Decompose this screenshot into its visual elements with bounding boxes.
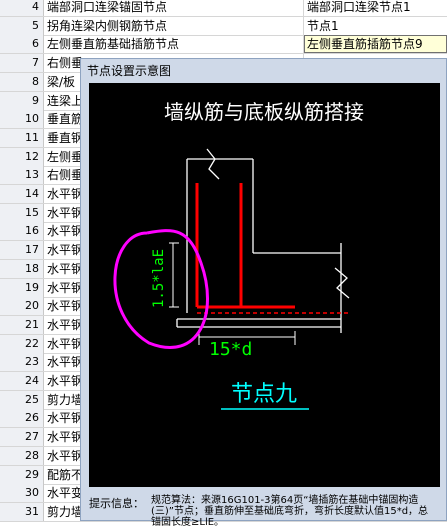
hint-label: 提示信息： [89,497,144,510]
row-number: 11 [0,128,44,147]
row-number: 14 [0,185,44,203]
rebar-lines [195,183,295,309]
wall-outline [176,148,350,333]
row-number: 12 [0,147,44,166]
row-number: 19 [0,278,44,297]
row-number: 10 [0,110,44,129]
table-row[interactable]: 6 左侧垂直筋基础插筋节点 左侧垂直筋插筋节点9 [0,35,447,55]
row-number: 30 [0,484,44,503]
row-number: 16 [0,222,44,241]
dimension-lines [169,242,296,345]
row-number: 23 [0,353,44,372]
horizontal-dimension-label: 15*d [209,339,252,360]
row-number: 21 [0,315,44,334]
row-number: 25 [0,390,44,409]
row-number: 17 [0,241,44,260]
row-number: 15 [0,203,44,222]
row-number: 8 [0,72,44,91]
row-number: 6 [0,35,44,54]
row-number: 22 [0,334,44,353]
row-name: 左侧垂直筋基础插筋节点 [44,35,304,54]
row-number: 29 [0,465,44,484]
row-number: 20 [0,297,44,316]
row-value[interactable]: 端部洞口连梁节点1 [304,0,447,16]
row-number: 5 [0,16,44,35]
row-value[interactable]: 左侧垂直筋插筋节点9 [304,35,447,54]
row-value[interactable]: 节点1 [304,17,447,35]
hint-text: 规范算法：来源16G101-3第64页“墙插筋在基础中锚固构造(三)”节点；垂直… [151,495,429,528]
rebar-diagram: 墙纵筋与底板纵筋搭接 1.5*laE 15*d 节点九 [113,100,364,410]
hint-panel: 提示信息： 规范算法：来源16G101-3第64页“墙插筋在基础中锚固构造(三)… [89,491,440,528]
row-number: 24 [0,372,44,390]
row-number: 28 [0,446,44,465]
node-diagram-dialog: 节点设置示意图 墙纵筋与底板纵筋搭接 1.5*laE 15*d 节点九 提示信息… [80,58,447,528]
row-number: 7 [0,54,44,73]
row-number: 31 [0,502,44,521]
table-row[interactable]: 5 拐角连梁内侧钢筋节点 节点1 [0,16,447,36]
row-number: 9 [0,91,44,110]
row-name: 端部洞口连梁锚固节点 [44,0,304,16]
node-label: 节点九 [231,382,297,407]
table-row[interactable]: 4 端部洞口连梁锚固节点 端部洞口连梁节点1 [0,0,447,17]
diagram-title: 墙纵筋与底板纵筋搭接 [164,100,364,124]
row-number: 13 [0,166,44,185]
vertical-dimension-label: 1.5*laE [151,249,167,308]
row-number: 27 [0,428,44,447]
row-name: 拐角连梁内侧钢筋节点 [44,16,304,35]
dialog-title: 节点设置示意图 [87,64,172,78]
row-number: 26 [0,409,44,428]
row-number: 4 [0,0,44,16]
row-number: 18 [0,259,44,278]
diagram-canvas: 墙纵筋与底板纵筋搭接 1.5*laE 15*d 节点九 [89,83,440,487]
